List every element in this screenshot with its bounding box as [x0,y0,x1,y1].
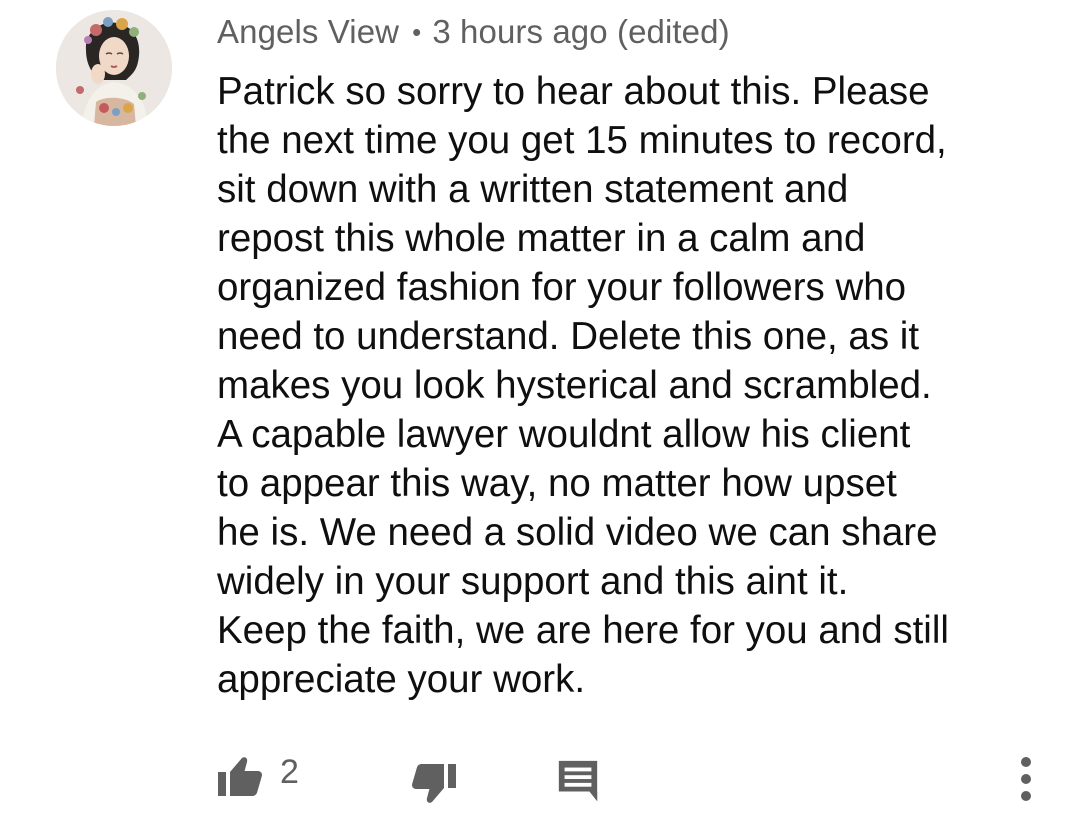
comment-header: Angels View • 3 hours ago (edited) [217,10,730,54]
avatar-illustration [56,10,172,126]
reply-button[interactable] [550,752,606,808]
comment-timestamp[interactable]: 3 hours ago (edited) [432,13,729,51]
thumbs-up-icon [218,757,262,796]
comment-thread: Angels View • 3 hours ago (edited) Patri… [0,0,1080,810]
thumbs-down-icon [412,764,456,803]
comment-icon [558,760,598,802]
comment-action-bar: 2 [0,740,1080,810]
header-separator: • [412,16,422,47]
author-name[interactable]: Angels View [217,13,399,51]
more-options-button[interactable] [1006,748,1046,810]
dislike-button[interactable] [404,754,464,814]
comment-text: Patrick so sorry to hear about this. Ple… [217,70,949,701]
like-count: 2 [280,753,299,791]
avatar[interactable] [56,10,172,126]
more-vert-icon [1021,757,1031,801]
like-button[interactable] [212,748,268,804]
